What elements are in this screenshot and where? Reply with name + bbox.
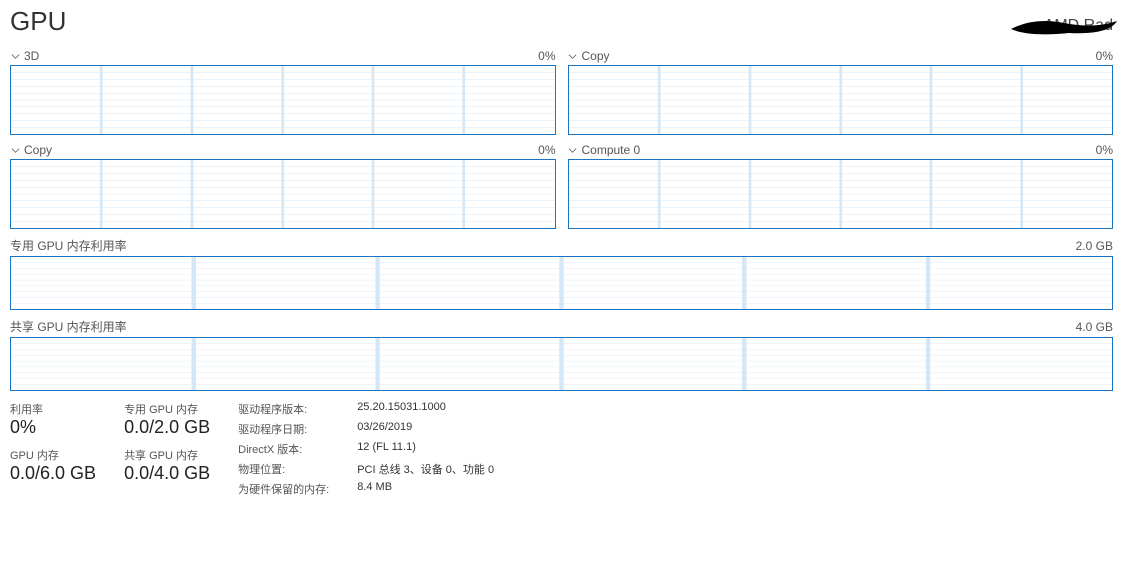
stat-dedicated-label: 专用 GPU 内存 — [124, 401, 210, 417]
chevron-down-icon — [10, 51, 20, 61]
chevron-down-icon — [568, 145, 578, 155]
statcol-1: 利用率 0% GPU 内存 0.0/6.0 GB — [10, 401, 96, 484]
chevron-down-icon — [10, 145, 20, 155]
directx-val: 12 (FL 11.1) — [357, 441, 494, 457]
directx-key: DirectX 版本: — [238, 441, 329, 457]
driver-date-key: 驱动程序日期: — [238, 421, 329, 437]
panel-copy-2: Copy 0% — [10, 141, 556, 229]
panel-3d-value: 0% — [538, 49, 555, 63]
driver-date-val: 03/26/2019 — [357, 421, 494, 437]
driver-version-val: 25.20.15031.1000 — [357, 401, 494, 417]
page-title: GPU — [10, 6, 66, 37]
statcol-2: 专用 GPU 内存 0.0/2.0 GB 共享 GPU 内存 0.0/4.0 G… — [124, 401, 210, 484]
panel-copy-1-value: 0% — [1096, 49, 1113, 63]
panel-copy-2-value: 0% — [538, 143, 555, 157]
panel-compute-0-value: 0% — [1096, 143, 1113, 157]
graph-shared-mem — [10, 337, 1113, 391]
shared-mem-max: 4.0 GB — [1076, 320, 1113, 334]
engine-row-2: Copy 0% Compute 0 0% — [10, 141, 1113, 229]
panel-3d-label: 3D — [24, 49, 39, 63]
panel-copy-2-selector[interactable]: Copy — [10, 143, 52, 157]
graph-dedicated-mem — [10, 256, 1113, 310]
reserved-val: 8.4 MB — [357, 481, 494, 497]
stat-dedicated: 专用 GPU 内存 0.0/2.0 GB — [124, 401, 210, 439]
graph-copy-2 — [10, 159, 556, 229]
graph-copy-1 — [568, 65, 1114, 135]
stat-shared-value: 0.0/4.0 GB — [124, 463, 210, 485]
panel-3d-selector[interactable]: 3D — [10, 49, 39, 63]
redaction-mark — [1009, 15, 1119, 37]
stat-utilization-label: 利用率 — [10, 401, 96, 417]
graph-compute-0 — [568, 159, 1114, 229]
panel-copy-1-selector[interactable]: Copy — [568, 49, 610, 63]
graph-3d — [10, 65, 556, 135]
detail-table: 驱动程序版本: 25.20.15031.1000 驱动程序日期: 03/26/2… — [238, 401, 494, 497]
panel-copy-1: Copy 0% — [568, 47, 1114, 135]
stat-utilization-value: 0% — [10, 417, 96, 439]
stat-gpu-mem: GPU 内存 0.0/6.0 GB — [10, 447, 96, 485]
stat-gpu-mem-value: 0.0/6.0 GB — [10, 463, 96, 485]
panel-copy-1-label: Copy — [582, 49, 610, 63]
device-name: AMD Rad — [1044, 17, 1113, 35]
driver-version-key: 驱动程序版本: — [238, 401, 329, 417]
panel-3d: 3D 0% — [10, 47, 556, 135]
panel-compute-0-selector[interactable]: Compute 0 — [568, 143, 641, 157]
location-val: PCI 总线 3、设备 0、功能 0 — [357, 461, 494, 477]
panel-compute-0: Compute 0 0% — [568, 141, 1114, 229]
shared-mem-label: 共享 GPU 内存利用率 — [10, 318, 127, 335]
panel-compute-0-label: Compute 0 — [582, 143, 641, 157]
location-key: 物理位置: — [238, 461, 329, 477]
gpu-header: GPU AMD Rad — [10, 6, 1113, 37]
stat-shared-label: 共享 GPU 内存 — [124, 447, 210, 463]
panel-copy-2-label: Copy — [24, 143, 52, 157]
reserved-key: 为硬件保留的内存: — [238, 481, 329, 497]
stats-footer: 利用率 0% GPU 内存 0.0/6.0 GB 专用 GPU 内存 0.0/2… — [10, 401, 1113, 497]
engine-row-1: 3D 0% Copy 0% — [10, 47, 1113, 135]
stat-shared: 共享 GPU 内存 0.0/4.0 GB — [124, 447, 210, 485]
stat-utilization: 利用率 0% — [10, 401, 96, 439]
stat-dedicated-value: 0.0/2.0 GB — [124, 417, 210, 439]
chevron-down-icon — [568, 51, 578, 61]
panel-dedicated-mem: 专用 GPU 内存利用率 2.0 GB — [10, 235, 1113, 310]
panel-shared-mem: 共享 GPU 内存利用率 4.0 GB — [10, 316, 1113, 391]
dedicated-mem-max: 2.0 GB — [1076, 239, 1113, 253]
dedicated-mem-label: 专用 GPU 内存利用率 — [10, 237, 127, 254]
stat-gpu-mem-label: GPU 内存 — [10, 447, 96, 463]
